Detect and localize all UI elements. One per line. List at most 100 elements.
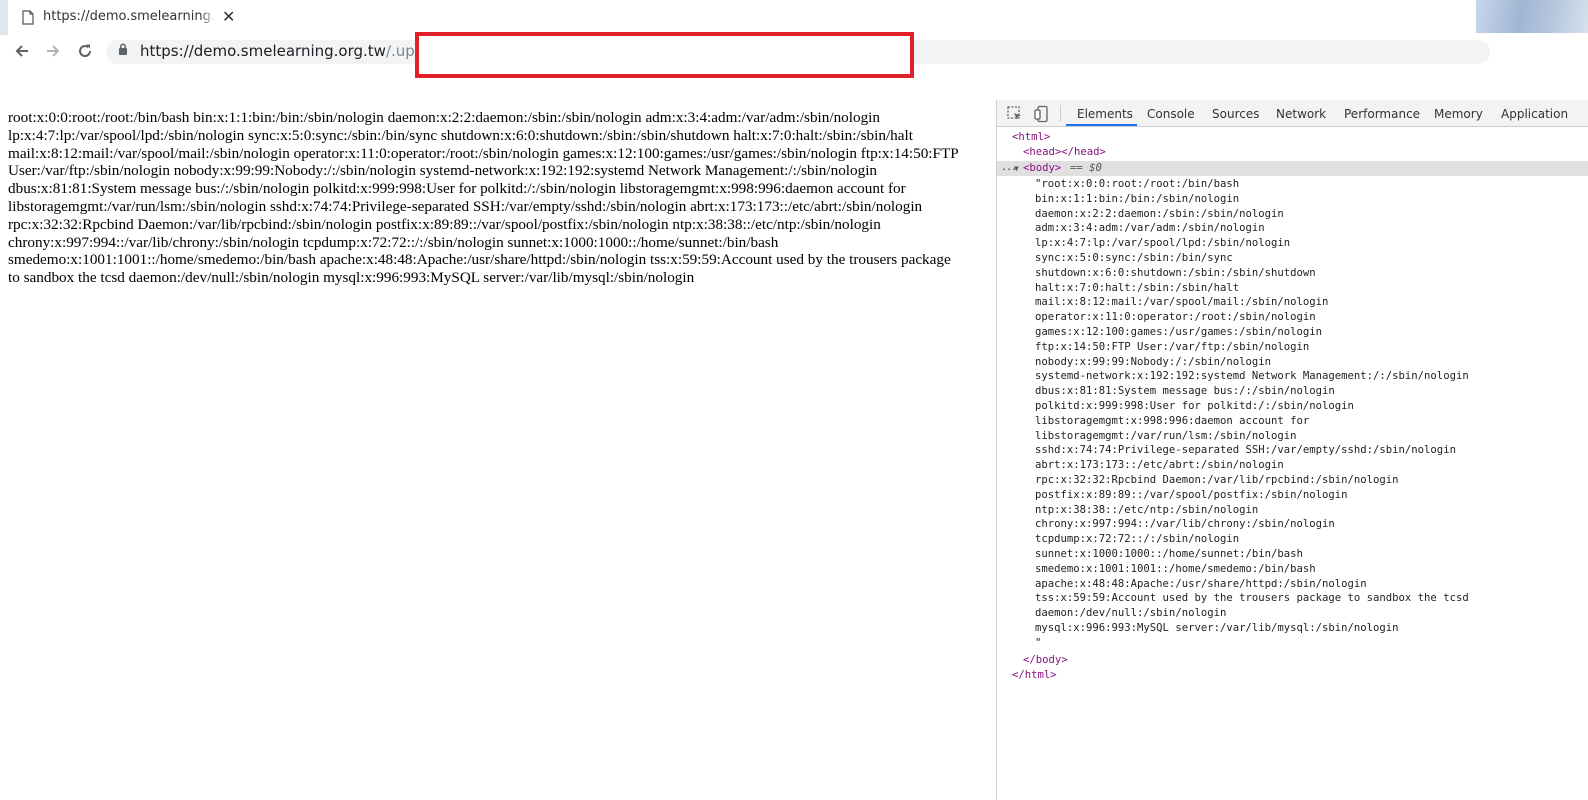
dom-text-line: nobody:x:99:99:Nobody:/:/sbin/nologin: [997, 355, 1588, 370]
dom-text-content: libstoragemgmt:x:998:996:daemon account …: [1035, 414, 1310, 427]
dom-text-content: postfix:x:89:89::/var/spool/postfix:/sbi…: [1035, 488, 1348, 501]
dom-text-content: tcpdump:x:72:72::/:/sbin/nologin: [1035, 533, 1240, 546]
dom-text-line: polkitd:x:999:998:User for polkitd:/:/sb…: [997, 399, 1588, 414]
dom-node-body-close[interactable]: </body>: [997, 653, 1588, 668]
dom-text-line: mysql:x:996:993:MySQL server:/var/lib/my…: [997, 621, 1588, 636]
dom-text-line: bin:x:1:1:bin:/bin:/sbin/nologin: [997, 192, 1588, 207]
dom-text-line: ftp:x:14:50:FTP User:/var/ftp:/sbin/nolo…: [997, 340, 1588, 355]
dom-text-content: nobody:x:99:99:Nobody:/:/sbin/nologin: [1035, 355, 1271, 368]
devtools-separator: [1060, 105, 1061, 122]
dom-text-content: rpc:x:32:32:Rpcbind Daemon:/var/lib/rpcb…: [1035, 474, 1399, 486]
dom-text-content: mysql:x:996:993:MySQL server:/var/lib/my…: [1035, 622, 1399, 634]
head-tag: <head></head>: [1023, 146, 1106, 158]
arrow-left-icon[interactable]: [10, 39, 34, 63]
dom-text-line: operator:x:11:0:operator:/root:/sbin/nol…: [997, 310, 1588, 325]
dom-node-html[interactable]: <html>: [997, 130, 1588, 145]
redaction-box: [415, 32, 914, 78]
dom-text-content: ftp:x:14:50:FTP User:/var/ftp:/sbin/nolo…: [1035, 340, 1310, 353]
dom-text-line: tss:x:59:59:Account used by the trousers…: [997, 591, 1588, 606]
dom-text-content: smedemo:x:1001:1001::/home/smedemo:/bin/…: [1035, 562, 1316, 575]
dom-text-line: shutdown:x:6:0:shutdown:/sbin:/sbin/shut…: [997, 266, 1588, 281]
dom-text-line: sunnet:x:1000:1000::/home/sunnet:/bin/ba…: [997, 547, 1588, 562]
dom-text-content: ntp:x:38:38::/etc/ntp:/sbin/nologin: [1035, 503, 1259, 516]
close-tab-icon[interactable]: ✕: [222, 7, 235, 26]
dom-text-content: systemd-network:x:192:192:systemd Networ…: [1035, 370, 1469, 383]
dom-text-content: tss:x:59:59:Account used by the trousers…: [1035, 592, 1469, 605]
dom-text-line: abrt:x:173:173::/etc/abrt:/sbin/nologin: [997, 458, 1588, 473]
dom-text-content: sync:x:5:0:sync:/sbin:/bin/sync: [1035, 252, 1233, 264]
dom-text-line: postfix:x:89:89::/var/spool/postfix:/sbi…: [997, 488, 1588, 503]
dom-text-content: bin:x:1:1:bin:/bin:/sbin/nologin: [1035, 192, 1240, 205]
dom-text-line: tcpdump:x:72:72::/:/sbin/nologin: [997, 532, 1588, 547]
browser-tab[interactable]: https://demo.smelearning.org.tw/.upload/…: [0, 0, 245, 35]
page-viewport: root:x:0:0:root:/root:/bin/bash bin:x:1:…: [0, 100, 996, 800]
dom-text-line: halt:x:7:0:halt:/sbin:/sbin/halt: [997, 281, 1588, 296]
dom-text-line: libstoragemgmt:x:998:996:daemon account …: [997, 414, 1588, 429]
dom-text-line: mail:x:8:12:mail:/var/spool/mail:/sbin/n…: [997, 295, 1588, 310]
expand-triangle-icon[interactable]: ▼: [1014, 162, 1019, 177]
dom-text-line: apache:x:48:48:Apache:/usr/share/httpd:/…: [997, 577, 1588, 592]
dom-text-content: libstoragemgmt:/var/run/lsm:/sbin/nologi…: [1035, 429, 1297, 442]
body-close-tag: </body>: [1023, 654, 1068, 666]
dom-text-line: libstoragemgmt:/var/run/lsm:/sbin/nologi…: [997, 429, 1588, 444]
dom-text-content: daemon:/dev/null:/sbin/nologin: [1035, 607, 1227, 620]
tab-memory[interactable]: Memory: [1434, 107, 1483, 121]
dom-text-content: operator:x:11:0:operator:/root:/sbin/nol…: [1035, 311, 1316, 324]
dom-text-line: "root:x:0:0:root:/root:/bin/bash: [997, 177, 1588, 192]
device-toolbar-icon[interactable]: [1033, 105, 1051, 123]
dom-text-content: games:x:12:100:games:/usr/games:/sbin/no…: [1035, 326, 1323, 338]
dom-text-content: halt:x:7:0:halt:/sbin:/sbin/halt: [1035, 281, 1240, 294]
html-close-tag: </html>: [1012, 669, 1057, 681]
dom-text-line: daemon:x:2:2:daemon:/sbin:/sbin/nologin: [997, 207, 1588, 222]
dom-node-html-close[interactable]: </html>: [997, 668, 1588, 683]
tab-console[interactable]: Console: [1147, 107, 1195, 121]
dom-text-line: systemd-network:x:192:192:systemd Networ…: [997, 369, 1588, 384]
page-icon: [22, 10, 34, 25]
dom-text-content: ": [1035, 636, 1042, 649]
dom-text-line: dbus:x:81:81:System message bus:/:/sbin/…: [997, 384, 1588, 399]
html-open-tag: <html>: [1012, 131, 1051, 143]
tab-sources[interactable]: Sources: [1212, 107, 1259, 121]
reload-icon[interactable]: [73, 39, 97, 63]
tab-elements[interactable]: Elements: [1077, 107, 1133, 121]
tab-title-fade: [200, 6, 216, 28]
dom-text-line: ": [997, 636, 1588, 651]
tab-strip: https://demo.smelearning.org.tw/.upload/…: [0, 0, 1588, 35]
window-corner: [1476, 0, 1588, 33]
tab-performance[interactable]: Performance: [1344, 107, 1420, 121]
dom-text-line: rpc:x:32:32:Rpcbind Daemon:/var/lib/rpcb…: [997, 473, 1588, 488]
dom-text-content: lp:x:4:7:lp:/var/spool/lpd:/sbin/nologin: [1035, 237, 1291, 250]
url-text[interactable]: https://demo.smelearning.org.tw/.upload/: [140, 42, 452, 60]
dom-text-line: smedemo:x:1001:1001::/home/smedemo:/bin/…: [997, 562, 1588, 577]
dom-text-content: dbus:x:81:81:System message bus:/:/sbin/…: [1035, 385, 1335, 398]
body-open-tag: <body>: [1023, 162, 1062, 174]
arrow-right-icon[interactable]: [41, 39, 65, 63]
dom-text-line: adm:x:3:4:adm:/var/adm:/sbin/nologin: [997, 221, 1588, 236]
dom-text-content: apache:x:48:48:Apache:/usr/share/httpd:/…: [1035, 577, 1367, 590]
dom-text-line: games:x:12:100:games:/usr/games:/sbin/no…: [997, 325, 1588, 340]
dom-text-line: ntp:x:38:38::/etc/ntp:/sbin/nologin: [997, 503, 1588, 518]
dom-text-content: abrt:x:173:173::/etc/abrt:/sbin/nologin: [1035, 459, 1284, 472]
dom-text-line: sync:x:5:0:sync:/sbin:/bin/sync: [997, 251, 1588, 266]
dom-text-content: shutdown:x:6:0:shutdown:/sbin:/sbin/shut…: [1035, 266, 1316, 279]
tab-edge: [0, 0, 8, 35]
url-host: https://demo.smelearning.org.tw: [140, 42, 386, 60]
dom-node-head[interactable]: <head></head>: [997, 145, 1588, 160]
devtools-tabbar: Elements Console Sources Network Perform…: [997, 100, 1588, 127]
dom-node-body[interactable]: ... ▼ <body> == $0: [997, 161, 1588, 176]
tab-network[interactable]: Network: [1276, 107, 1326, 121]
dom-text-content: sshd:x:74:74:Privilege-separated SSH:/va…: [1035, 444, 1456, 457]
dom-text-content: sunnet:x:1000:1000::/home/sunnet:/bin/ba…: [1035, 548, 1303, 560]
active-tab-indicator: [1066, 124, 1137, 126]
dom-text-content: "root:x:0:0:root:/root:/bin/bash: [1035, 178, 1240, 190]
inspect-element-icon[interactable]: [1006, 105, 1024, 123]
lock-icon: [119, 43, 127, 55]
dom-text-content: chrony:x:997:994::/var/lib/chrony:/sbin/…: [1035, 518, 1335, 531]
dom-text-line: daemon:/dev/null:/sbin/nologin: [997, 606, 1588, 621]
tab-application[interactable]: Application: [1501, 107, 1568, 121]
devtools-panel: Elements Console Sources Network Perform…: [996, 100, 1588, 800]
selected-node-ref: == $0: [1070, 162, 1102, 174]
dom-text-line: sshd:x:74:74:Privilege-separated SSH:/va…: [997, 443, 1588, 458]
dom-text-content: daemon:x:2:2:daemon:/sbin:/sbin/nologin: [1035, 207, 1284, 220]
dom-text-line: lp:x:4:7:lp:/var/spool/lpd:/sbin/nologin: [997, 236, 1588, 251]
